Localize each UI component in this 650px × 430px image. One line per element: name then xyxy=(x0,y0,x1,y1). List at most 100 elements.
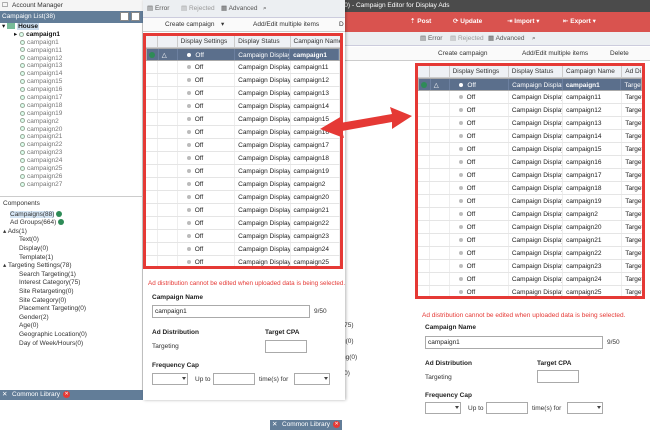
table-row[interactable]: Off Campaign Display campaign18 Target xyxy=(418,182,642,195)
display-setting-cell[interactable]: Off xyxy=(450,182,509,194)
rejected-filter-button[interactable]: ▤ Rejected xyxy=(181,4,215,14)
component-item[interactable]: Placement Targeting(0) xyxy=(0,305,143,314)
tree-item[interactable]: campaign24 xyxy=(0,157,143,165)
table-row[interactable]: Off Campaign Display campaign11 xyxy=(146,61,340,74)
display-setting-cell[interactable]: Off xyxy=(450,195,509,207)
close-icon[interactable]: ✕ xyxy=(333,420,341,428)
table-row[interactable]: Off Campaign Display campaign24 xyxy=(146,243,340,256)
frequency-period-select[interactable] xyxy=(567,402,603,414)
table-row[interactable]: Off Campaign Display campaign19 Target xyxy=(418,195,642,208)
component-item[interactable]: Age(0) xyxy=(0,322,143,331)
campaign-name-cell[interactable]: campaign22 xyxy=(563,247,623,259)
campaign-name-cell[interactable]: campaign20 xyxy=(291,191,340,203)
add-edit-multiple-button[interactable]: Add/Edit multiple items xyxy=(253,20,319,30)
campaign-name-cell[interactable]: campaign2 xyxy=(563,208,623,220)
component-item[interactable]: Geographic Location(0) xyxy=(0,331,143,340)
column-header[interactable]: Display Status xyxy=(509,66,564,77)
tree-item[interactable]: campaign26 xyxy=(0,173,143,181)
table-row[interactable]: Off Campaign Display campaign12 Target xyxy=(418,104,642,117)
display-setting-cell[interactable]: Off xyxy=(178,191,236,203)
table-row[interactable]: Off Campaign Display campaign20 Target xyxy=(418,221,642,234)
search-icon[interactable]: ⌕ xyxy=(263,4,267,14)
component-item[interactable]: Campaigns(88) xyxy=(0,210,143,220)
display-setting-cell[interactable]: Off xyxy=(178,126,236,138)
display-setting-cell[interactable]: Off xyxy=(178,217,236,229)
tree-root[interactable]: ▾ House xyxy=(0,23,143,31)
error-filter-button[interactable]: ▤ Error xyxy=(420,34,442,44)
tree-item[interactable]: campaign19 xyxy=(0,110,143,118)
search-icon[interactable]: ⌕ xyxy=(532,34,536,44)
sort-icon[interactable] xyxy=(120,12,129,21)
table-row[interactable]: Off Campaign Display campaign12 xyxy=(146,74,340,87)
component-item[interactable]: Site Category(0) xyxy=(0,297,143,306)
campaign-name-cell[interactable]: campaign14 xyxy=(563,130,623,142)
tree-item[interactable]: campaign21 xyxy=(0,133,143,141)
table-row[interactable]: Off Campaign Display campaign21 xyxy=(146,204,340,217)
display-setting-cell[interactable]: Off xyxy=(178,178,236,190)
table-row[interactable]: Off Campaign Display campaign21 Target xyxy=(418,234,642,247)
component-item[interactable]: Display(0) xyxy=(0,245,143,254)
target-cpa-input[interactable] xyxy=(265,340,307,353)
tree-item[interactable]: campaign18 xyxy=(0,102,143,110)
component-item[interactable]: Ad Groups(664) xyxy=(0,219,143,228)
advanced-filter-button[interactable]: ▦ Advanced xyxy=(221,4,258,14)
column-header[interactable]: Campaign Name xyxy=(563,66,623,77)
rejected-filter-button[interactable]: ▤ Rejected xyxy=(450,34,484,44)
campaign-name-cell[interactable]: campaign23 xyxy=(291,230,340,242)
tree-item[interactable]: campaign14 xyxy=(0,70,143,78)
component-item[interactable]: Day of Week/Hours(0) xyxy=(0,340,143,349)
edit-badge-icon[interactable] xyxy=(421,82,427,89)
tree-item[interactable]: campaign13 xyxy=(0,62,143,70)
tree-item[interactable]: campaign27 xyxy=(0,181,143,189)
component-item[interactable]: Gender(2) xyxy=(0,314,143,323)
campaign-name-input[interactable]: campaign1 xyxy=(152,305,310,318)
table-row[interactable]: Off Campaign Display campaign17 Target xyxy=(418,169,642,182)
table-row[interactable]: Off Campaign Display campaign24 Target xyxy=(418,273,642,286)
campaign-name-cell[interactable]: campaign13 xyxy=(563,117,623,129)
column-header[interactable]: Display Settings xyxy=(450,66,509,77)
advanced-filter-button[interactable]: ▦ Advanced xyxy=(488,34,525,44)
tree-item[interactable]: campaign1 xyxy=(0,39,143,47)
display-setting-cell[interactable]: Off xyxy=(450,130,509,142)
display-setting-cell[interactable]: Off xyxy=(178,243,236,255)
display-setting-cell[interactable]: Off xyxy=(178,139,236,151)
campaign-name-cell[interactable]: campaign22 xyxy=(291,217,340,229)
table-row[interactable]: Off Campaign Display campaign16 Target xyxy=(418,156,642,169)
table-row[interactable]: Off Campaign Display campaign25 Target xyxy=(418,286,642,296)
display-setting-cell[interactable]: Off xyxy=(450,104,509,116)
display-setting-cell[interactable]: Off xyxy=(450,169,509,181)
common-library-bar[interactable]: ✕ Common Library ✕ xyxy=(270,420,342,430)
campaign-name-cell[interactable]: campaign25 xyxy=(291,256,340,266)
tree-item[interactable]: campaign15 xyxy=(0,78,143,86)
campaign-name-cell[interactable]: campaign21 xyxy=(563,234,623,246)
display-setting-cell[interactable]: Off xyxy=(178,204,236,216)
table-row[interactable]: Off Campaign Display campaign23 Target xyxy=(418,260,642,273)
component-item[interactable]: Text(0) xyxy=(0,236,143,245)
table-row[interactable]: Off Campaign Display campaign14 xyxy=(146,100,340,113)
campaign-name-cell[interactable]: campaign18 xyxy=(291,152,340,164)
campaign-name-cell[interactable]: campaign11 xyxy=(563,91,623,103)
display-setting-cell[interactable]: Off xyxy=(450,273,509,285)
tree-item[interactable]: campaign20 xyxy=(0,126,143,134)
frequency-count-select[interactable] xyxy=(152,373,188,385)
column-header[interactable]: Ad Di xyxy=(622,66,642,77)
display-setting-cell[interactable]: Off xyxy=(450,79,510,90)
campaign-name-cell[interactable]: campaign15 xyxy=(563,143,623,155)
campaign-name-cell[interactable]: campaign20 xyxy=(563,221,623,233)
display-setting-cell[interactable]: Off xyxy=(450,208,509,220)
campaign-name-cell[interactable]: campaign23 xyxy=(563,260,623,272)
export-button[interactable]: ⇤ Export ▾ xyxy=(563,16,596,28)
table-row[interactable]: Off Campaign Display campaign17 xyxy=(146,139,340,152)
display-setting-cell[interactable]: Off xyxy=(178,74,236,86)
display-setting-cell[interactable]: Off xyxy=(450,156,509,168)
display-setting-cell[interactable]: Off xyxy=(450,91,509,103)
target-cpa-input[interactable] xyxy=(537,370,579,383)
component-item[interactable]: ▴ Targeting Settings(78) xyxy=(0,262,143,271)
tree-item[interactable]: campaign16 xyxy=(0,86,143,94)
campaign-name-cell[interactable]: campaign21 xyxy=(291,204,340,216)
tree-item[interactable]: campaign2 xyxy=(0,118,143,126)
display-setting-cell[interactable]: Off xyxy=(178,165,236,177)
table-row[interactable]: Off Campaign Display campaign13 Target xyxy=(418,117,642,130)
display-setting-cell[interactable]: Off xyxy=(178,61,236,73)
table-row[interactable]: Off Campaign Display campaign2 xyxy=(146,178,340,191)
